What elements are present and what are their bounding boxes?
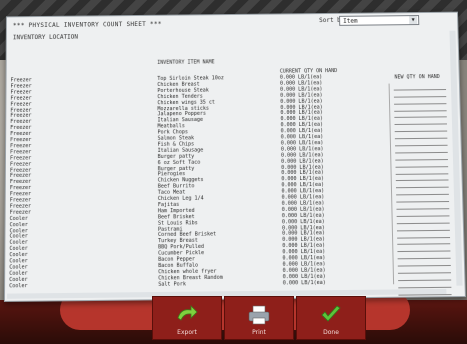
inventory-count-window: *** PHYSICAL INVENTORY COUNT SHEET *** S… xyxy=(3,11,466,302)
row-item-name: Salt Pork xyxy=(158,280,186,288)
checkmark-icon xyxy=(321,305,341,322)
inventory-table: Freezer Top Sirloin Steak 10oz 0.000 LB/1(… xyxy=(5,73,454,293)
done-label: Done xyxy=(323,329,339,336)
row-current-qty: 0.000 LB/1(ea) xyxy=(282,279,326,287)
done-button[interactable]: Done xyxy=(296,296,366,340)
new-qty-column xyxy=(388,82,456,296)
export-label: Export xyxy=(177,329,197,336)
sort-by-dropdown[interactable]: Item ▼ xyxy=(339,15,420,26)
print-label: Print xyxy=(252,329,266,336)
export-arrow-icon xyxy=(177,305,198,321)
action-buttons: Export Print Done xyxy=(152,296,368,340)
print-button[interactable]: Print xyxy=(224,296,294,340)
chevron-down-icon[interactable]: ▼ xyxy=(409,16,418,25)
column-header-item: INVENTORY ITEM NAME xyxy=(157,59,215,66)
row-location: Cooler xyxy=(9,282,28,289)
export-button[interactable]: Export xyxy=(152,296,222,340)
window-title: *** PHYSICAL INVENTORY COUNT SHEET *** xyxy=(12,20,162,29)
column-header-location: INVENTORY LOCATION xyxy=(12,33,78,42)
sort-by-value: Item xyxy=(343,17,358,25)
printer-icon xyxy=(248,305,270,325)
